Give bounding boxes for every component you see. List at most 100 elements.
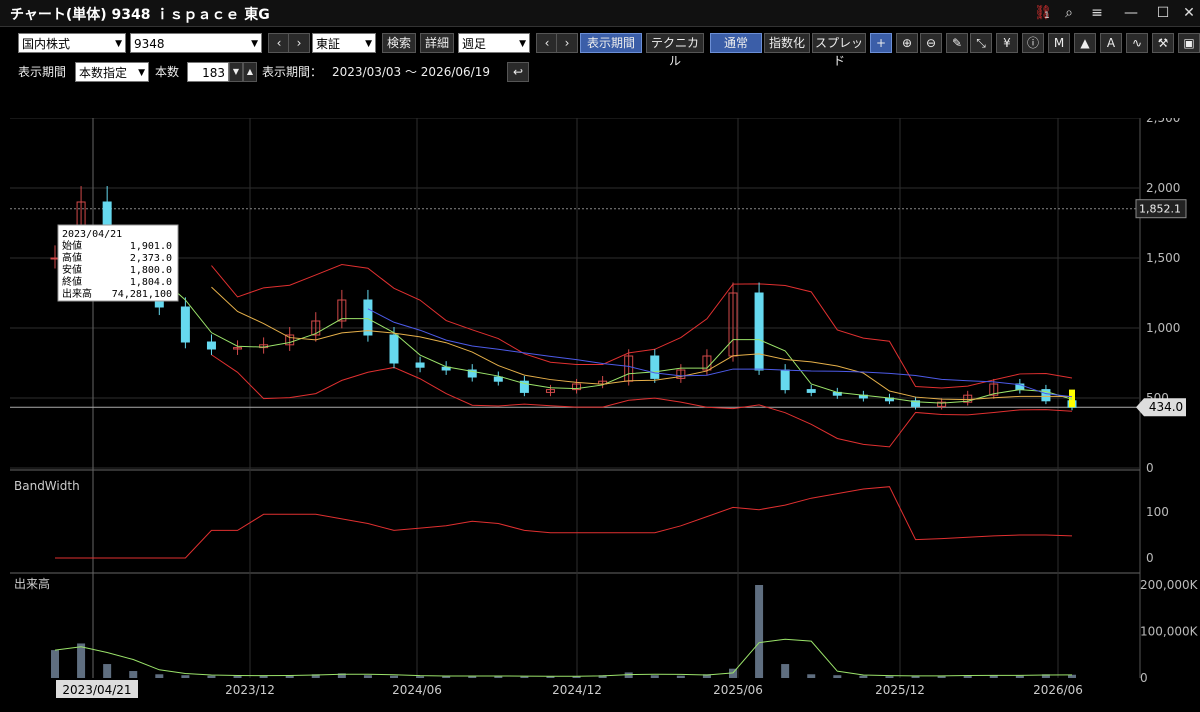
volume-tick-label: 200,000K	[1140, 578, 1199, 592]
bandwidth-label: BandWidth	[14, 479, 80, 493]
price-tick-label: 0	[1146, 461, 1154, 475]
volume-bar	[859, 675, 868, 678]
tooltip-value: 74,281,100	[112, 289, 172, 300]
menu-icon[interactable]: ≡	[1084, 3, 1110, 23]
search-icon[interactable]: ⌕	[1056, 3, 1082, 23]
price-tick-label: 2,000	[1146, 181, 1180, 195]
info-icon[interactable]: ⓘ	[1022, 33, 1044, 53]
display-period-button[interactable]: 表示期間	[580, 33, 642, 53]
next-stock-button[interactable]: ›	[288, 33, 310, 53]
volume-bar	[416, 676, 425, 678]
time-tick-label: 2026/06	[1033, 683, 1083, 697]
volume-bar	[807, 674, 816, 678]
link-icon[interactable]: ⛓	[1030, 3, 1056, 23]
time-tick-label: 2024/06	[392, 683, 442, 697]
volume-bar	[363, 675, 372, 678]
tooltip-value: 1,901.0	[130, 241, 172, 252]
volume-bar	[390, 675, 398, 678]
prev-stock-button[interactable]: ‹	[268, 33, 290, 53]
drawing-toolbar	[0, 90, 1200, 202]
exchange-select[interactable]: 東証 ▼	[312, 33, 376, 53]
my-chart-icon[interactable]: M	[1048, 33, 1070, 53]
ohlc-tooltip: 2023/04/21始値 1,901.0 高値 2,373.0 安値 1,800.0 終値 1…	[57, 224, 179, 302]
stock-chart[interactable]: BandWidth 100 0 出来高 200,000K 100,000K 0 2,500…	[0, 118, 1200, 712]
time-tick-label: 2023/12	[225, 683, 275, 697]
period-mode-select[interactable]: 本数指定 ▼	[75, 62, 149, 82]
price-tick-label: 1,500	[1146, 251, 1180, 265]
yen-icon[interactable]: ¥	[996, 33, 1018, 53]
count-down-icon[interactable]: ▼	[229, 62, 243, 82]
prev-period-button[interactable]: ‹	[536, 33, 558, 53]
tooltip-value: 1,800.0	[130, 265, 172, 276]
search-button[interactable]: 検索	[382, 33, 416, 53]
detail-button[interactable]: 詳細	[420, 33, 454, 53]
volume-bar	[103, 664, 112, 678]
volume-bar	[181, 675, 190, 678]
index-button[interactable]: 指数化	[764, 33, 810, 53]
volume-bar	[650, 675, 659, 678]
bandwidth-tick-label: 0	[1146, 551, 1154, 565]
high-marker-label: 1,852.1	[1139, 203, 1181, 216]
technical-button[interactable]: テクニカル	[646, 33, 704, 68]
link-badge: 1	[1044, 11, 1050, 21]
main-toolbar: 国内株式 ▼ 9348 ▼ ‹ › 東証 ▼ 検索 詳細 週足 ▼ ‹ › 表示期間 テ…	[0, 30, 1200, 68]
volume-bar	[755, 585, 764, 678]
count-label: 本数	[155, 65, 180, 79]
volume-bar	[833, 675, 842, 678]
normal-button[interactable]: 通常	[710, 33, 762, 53]
volume-bar	[129, 671, 138, 678]
period-bar: 表示期間 本数指定 ▼ 本数 183 ▼ ▲ 表示期間： 2023/03/03 ～…	[0, 60, 1200, 84]
range-label: 表示期間：	[262, 65, 323, 79]
candle-body	[754, 292, 764, 371]
time-tick-label: 2025/12	[875, 683, 925, 697]
volume-bar	[781, 664, 790, 678]
volume-bar	[51, 650, 59, 678]
zoom-in-icon[interactable]: ⊕	[896, 33, 918, 53]
chart-type-icon[interactable]: ▲	[1074, 33, 1096, 53]
volume-label: 出来高	[14, 576, 50, 591]
candle-body	[806, 389, 816, 393]
period-type-select[interactable]: 週足 ▼	[458, 33, 530, 53]
volume-bar	[676, 675, 685, 678]
window-icon[interactable]: ▣	[1178, 33, 1200, 53]
tooltip-value: 2,373.0	[130, 253, 172, 264]
period-label: 表示期間	[18, 65, 67, 79]
price-tick-label: 2,500	[1146, 118, 1180, 125]
time-tick-label: 2024/12	[552, 683, 602, 697]
candle-body	[780, 369, 790, 391]
count-up-icon[interactable]: ▲	[243, 62, 257, 82]
crosshair-icon[interactable]: +	[870, 33, 892, 53]
candle-body	[363, 299, 373, 336]
candle-body	[415, 362, 425, 368]
range-value: 2023/03/03 ～ 2026/06/19	[332, 65, 490, 79]
reset-icon[interactable]: ↩	[507, 62, 529, 82]
tooltip-key: 高値	[62, 251, 82, 264]
settings-wrench-icon[interactable]: ⚒	[1152, 33, 1174, 53]
close-icon[interactable]: ✕	[1176, 3, 1200, 23]
maximize-icon[interactable]: ☐	[1150, 3, 1176, 23]
last-marker-label: 434.0	[1149, 400, 1183, 414]
next-period-button[interactable]: ›	[556, 33, 578, 53]
minimize-icon[interactable]: —	[1118, 3, 1144, 23]
volume-bar	[207, 675, 216, 678]
volume-tick-label: 0	[1140, 671, 1148, 685]
cursor-icon[interactable]: ⤡	[970, 33, 992, 53]
time-tick-label: 2025/06	[713, 683, 763, 697]
code-input[interactable]: 9348 ▼	[130, 33, 262, 53]
market-select[interactable]: 国内株式 ▼	[18, 33, 126, 53]
spread-button[interactable]: スプレッド	[812, 33, 866, 68]
tooltip-value: 1,804.0	[130, 277, 172, 288]
candle-body	[180, 306, 190, 343]
auto-icon[interactable]: A	[1100, 33, 1122, 53]
candle-body	[206, 341, 216, 350]
volume-tick-label: 100,000K	[1140, 625, 1199, 639]
tooltip-key: 始値	[62, 239, 82, 252]
title-bar: チャート(単体) 9348 ｉｓｐａｃｅ 東G ⛓ 1 ⌕ ≡ — ☐ ✕	[0, 0, 1200, 27]
volume-bar	[1015, 675, 1024, 678]
tooltip-date: 2023/04/21	[62, 229, 122, 240]
count-input[interactable]: 183	[187, 62, 229, 82]
pen-icon[interactable]: ✎	[946, 33, 968, 53]
indicator-icon[interactable]: ∿	[1126, 33, 1148, 53]
tooltip-key: 安値	[62, 263, 82, 276]
zoom-out-icon[interactable]: ⊖	[920, 33, 942, 53]
